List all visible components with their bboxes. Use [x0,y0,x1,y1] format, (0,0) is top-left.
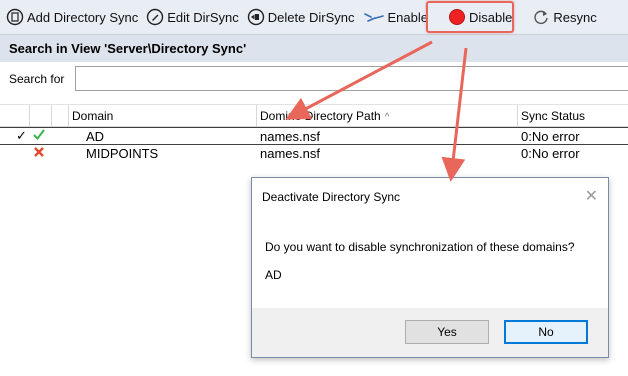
view-header: Search in View 'Server\Directory Sync' [0,35,628,63]
edit-dirsync-label: Edit DirSync [167,9,239,25]
resync-button[interactable]: Resync [529,4,601,30]
view-title: Search in View 'Server\Directory Sync' [9,41,247,56]
column-divider [51,105,52,126]
delete-dirsync-button[interactable]: Delete DirSync [244,4,360,30]
dialog-title: Deactivate Directory Sync [262,190,401,204]
no-button[interactable]: No [504,320,588,344]
column-header-path[interactable]: Domino Directory Path ^ [260,109,389,123]
delete-dirsync-label: Delete DirSync [267,9,355,25]
deactivate-directory-sync-dialog: Deactivate Directory Sync ✕ Do you want … [251,177,609,358]
close-icon[interactable]: ✕ [585,186,598,206]
column-header-path-label: Domino Directory Path [260,109,381,123]
grid-header: Domain Domino Directory Path ^ Sync Statu… [0,104,628,127]
search-label: Search for [9,72,65,86]
add-directory-sync-button[interactable]: Add Directory Sync [3,4,143,30]
path-cell: names.nsf [260,129,320,144]
toolbar: Add Directory Sync Edit DirSync Delete D… [0,0,628,35]
check-icon [33,127,45,144]
edit-dirsync-button[interactable]: Edit DirSync [143,4,244,30]
resync-icon [534,10,549,24]
sync-status-cell: 0:No error [521,129,580,144]
enable-link-icon [363,13,384,22]
selected-checkmark-icon: ✓ [16,128,27,143]
column-divider [256,105,257,126]
column-header-domain[interactable]: Domain [72,109,113,123]
search-row: Search for [0,62,628,96]
resync-label: Resync [553,9,597,25]
add-document-icon [6,8,24,26]
sync-status-cell: 0:No error [521,146,580,161]
dialog-footer: Yes No [252,308,608,357]
search-input[interactable] [75,66,628,91]
enable-button[interactable]: Enable [360,4,433,30]
table-row[interactable]: MIDPOINTS names.nsf 0:No error [0,145,628,163]
path-cell: names.nsf [260,146,320,161]
column-divider [29,105,30,126]
column-divider [517,105,518,126]
column-header-sync-status[interactable]: Sync Status [521,109,585,123]
add-directory-sync-label: Add Directory Sync [27,9,139,25]
domain-cell: AD [86,129,105,144]
domain-cell: MIDPOINTS [86,146,159,161]
yes-button[interactable]: Yes [405,320,489,344]
enable-label: Enable [387,9,428,25]
dialog-message: Do you want to disable synchronization o… [265,240,575,254]
edit-pencil-icon [147,8,164,26]
cross-icon [33,146,45,161]
disable-highlight-box [426,1,514,33]
sort-ascending-icon: ^ [384,112,390,123]
column-divider [68,105,69,126]
dialog-domain-item: AD [265,268,282,282]
table-row[interactable]: ✓ AD names.nsf 0:No error [0,127,628,145]
delete-icon [247,8,264,26]
